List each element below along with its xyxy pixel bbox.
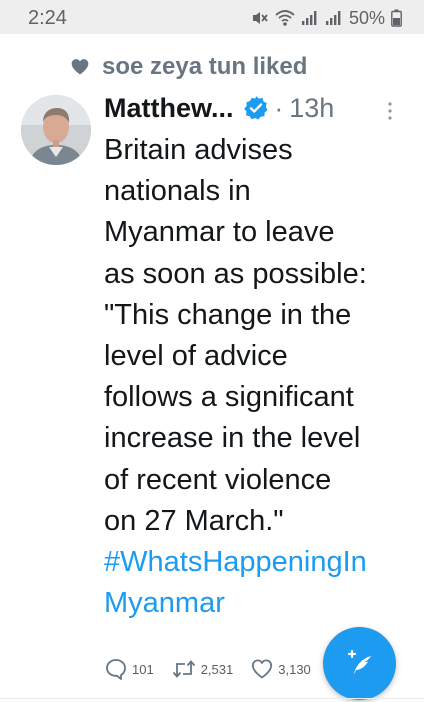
- compose-tweet-icon: [347, 649, 371, 674]
- tweet-text-line: "This change in the: [104, 298, 352, 331]
- tweet-text-line: of recent violence: [104, 463, 332, 496]
- tweet-text-line: follows a significant: [104, 381, 354, 414]
- tweet-text-line: as soon as possible:: [104, 257, 367, 290]
- like-button[interactable]: 3,130: [250, 657, 311, 681]
- wifi-icon: [275, 10, 295, 26]
- avatar[interactable]: [21, 95, 91, 165]
- tweet-text-line: Myanmar to leave: [104, 216, 335, 249]
- hashtag-link[interactable]: Myanmar: [104, 583, 414, 624]
- status-time: 2:24: [28, 7, 67, 29]
- divider: [0, 698, 424, 699]
- twitter-screen: 2:24 50% soe zeya tun liked Matthew... ·…: [0, 0, 424, 702]
- tweet-text-line: on 27 March.": [104, 504, 284, 537]
- retweet-count: 2,531: [200, 661, 234, 677]
- tweet-text-line: Britain advises: [104, 134, 293, 166]
- social-context-text: soe zeya tun liked: [102, 53, 308, 80]
- tweet-text-line: nationals in: [104, 175, 251, 208]
- tweet-header: Matthew... · 13h: [104, 90, 404, 126]
- tweet-timestamp[interactable]: 13h: [289, 93, 334, 124]
- verified-badge-icon: [243, 96, 267, 120]
- reply-icon: [106, 659, 126, 680]
- status-bar: 2:24 50%: [0, 0, 424, 34]
- like-heart-icon: [252, 659, 273, 679]
- author-name[interactable]: Matthew...: [104, 93, 234, 124]
- compose-tweet-button[interactable]: [323, 627, 396, 700]
- signal-icon: [301, 11, 317, 25]
- header-separator: ·: [274, 92, 284, 123]
- battery-icon: [391, 9, 402, 27]
- heart-icon: [71, 59, 89, 75]
- tweet-actions: 101 2,531 3,130: [104, 657, 328, 681]
- social-context[interactable]: soe zeya tun liked: [70, 52, 307, 82]
- status-icons: 50%: [251, 6, 402, 30]
- like-count: 3,130: [278, 661, 311, 677]
- profile-photo: [21, 95, 91, 165]
- battery-percentage: 50%: [348, 8, 385, 28]
- reply-button[interactable]: 101: [104, 657, 154, 681]
- hashtag-link[interactable]: #WhatsHappeningIn: [104, 542, 414, 583]
- tweet-text-line: level of advice: [104, 340, 288, 373]
- signal-icon: [325, 11, 341, 25]
- more-options-icon[interactable]: [385, 100, 395, 122]
- retweet-icon: [172, 660, 195, 678]
- reply-count: 101: [132, 661, 154, 677]
- tweet-text-line: increase in the level: [104, 422, 361, 455]
- mute-icon: [252, 12, 268, 24]
- retweet-button[interactable]: 2,531: [171, 657, 234, 681]
- tweet-text[interactable]: Britain advises nationals in Myanmar to …: [104, 130, 414, 624]
